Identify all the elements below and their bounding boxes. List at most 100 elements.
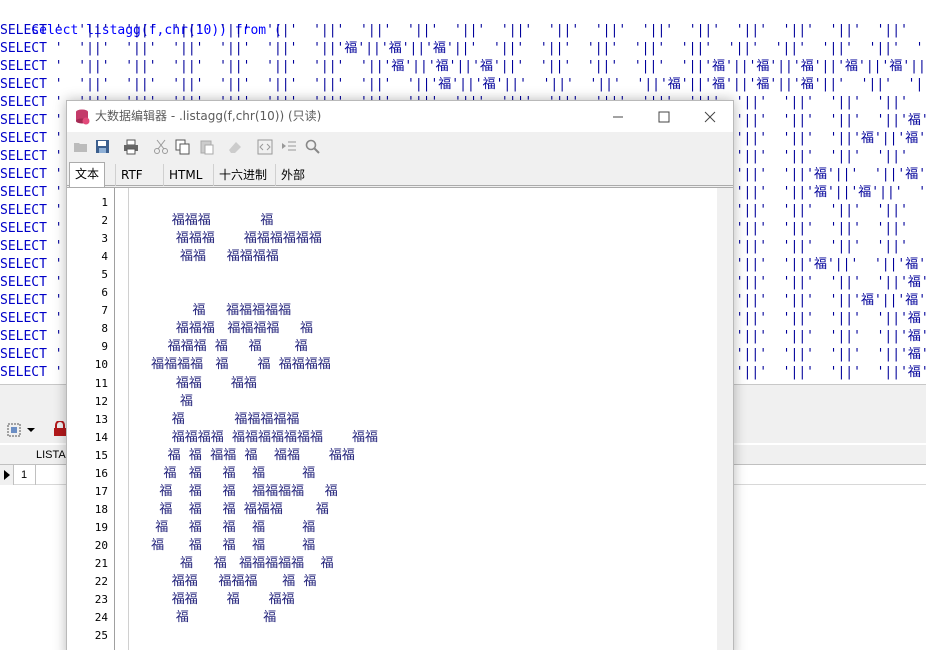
select-keyword: SELECT [0,59,47,74]
tab-external[interactable]: 外部 [275,164,310,186]
line-number: 14 [94,430,108,444]
maximize-button[interactable] [641,101,687,132]
print-icon[interactable] [123,139,139,155]
select-keyword: SELECT [0,185,47,200]
line-number: 6 [101,286,108,300]
select-keyword: SELECT [0,95,47,110]
line-number: 5 [101,268,108,282]
select-keyword: SELECT [0,41,47,56]
text-line: 福福 福福福 福 福 [147,574,317,590]
sql-row-text: ' '||' '||' '||' '||' '||' '||' '||'福'||… [46,59,926,74]
tab-hex[interactable]: 十六进制 [213,164,272,186]
open-folder-icon[interactable] [73,139,89,155]
text-line: 福 福 福 福 福 [147,537,316,553]
sql-row-text: ' '||' '||' '||' '||' '||' '||' '||' '||… [46,77,926,92]
line-number: 12 [94,394,108,408]
tab-rtf[interactable]: RTF [115,164,148,186]
line-number: 1 [101,196,108,209]
line-number: 20 [94,538,108,552]
select-keyword: SELECT [0,239,47,254]
row-indicator-icon [0,465,14,485]
line-number: 13 [94,412,108,426]
text-line: 福福 福福 [147,375,257,391]
text-line: 福 [147,393,194,409]
line-number: 22 [94,575,108,589]
eraser-icon[interactable] [227,139,243,155]
text-line: 福福福 福福福福福福 [147,231,322,247]
line-number: 16 [94,466,108,480]
select-keyword: SELECT [0,257,47,272]
sql-select-line: SELECT ' '||' '||' '||' '||' '||' '||' '… [0,58,926,76]
copy-icon[interactable] [175,139,191,155]
text-content-area[interactable]: 1 2 3 4 5 6 7 8 9 10 11 12 13 14 15 16 17 18 19 20 21 22 23 24 2… [67,187,733,650]
line-number: 3 [101,232,108,246]
text-line: 福 福福福福福 [147,411,300,427]
line-number: 24 [94,611,108,625]
chevron-down-icon[interactable] [26,422,42,438]
tab-html[interactable]: HTML [163,164,207,186]
editor-tabs: 文本 RTF HTML 十六进制 外部 [67,162,733,187]
select-keyword: SELECT [0,203,47,218]
cut-icon[interactable] [153,139,169,155]
text-line: 福福 福福福福 [147,249,279,265]
select-keyword: SELECT [0,149,47,164]
select-keyword: SELECT [0,293,47,308]
text-line: 福 福 福 福福福福 福 [147,483,338,499]
column-header-listagg[interactable]: LISTA [34,445,66,465]
text-line: 福福福 福 [147,213,274,229]
line-number: 10 [94,358,108,372]
code-icon[interactable] [257,139,273,155]
line-number: 15 [94,448,108,462]
line-number: 19 [94,520,108,534]
save-icon[interactable] [95,139,111,155]
text-line: 福 福 福 福 福 [147,465,316,481]
indent-icon[interactable] [281,139,297,155]
tab-text[interactable]: 文本 [69,162,106,187]
select-keyword: SELECT [0,275,47,290]
line-number: 7 [101,304,108,318]
sql-row-text: ' '||' '||' '||' '||' '||' '||'福'||'福'||… [46,41,926,56]
database-icon [74,108,90,130]
select-keyword: SELECT [0,365,47,380]
sql-select-line: SELECT ' '||' '||' '||' '||' '||' '||'福'… [0,40,926,58]
line-number: 4 [101,250,108,264]
editor-toolbar [67,132,733,162]
select-keyword: SELECT [0,311,47,326]
text-line: 福福福福 福 福 福福福福 [147,357,331,373]
line-number-gutter: 1 2 3 4 5 6 7 8 9 10 11 12 13 14 15 16 17 18 19 20 21 22 23 24 2… [67,188,115,650]
big-data-editor-window[interactable]: 大数据编辑器 - .listagg(f,chr(10)) (只读) 文本 RTF… [66,100,734,650]
select-keyword: SELECT [0,113,47,128]
sql-select-line: SELECT ' '||' '||' '||' '||' '||' '||' '… [0,22,926,40]
text-line: 福 福福福福福 [147,303,292,319]
select-keyword: SELECT [0,347,47,362]
line-number: 8 [101,322,108,336]
window-title: 大数据编辑器 - .listagg(f,chr(10)) (只读) [95,109,322,123]
select-keyword: SELECT [0,131,47,146]
search-icon[interactable] [305,139,321,155]
select-keyword: SELECT [0,329,47,344]
text-line: 福福福福 福福福福福福福 福福 [147,429,378,445]
line-number: 25 [94,629,108,643]
text-line: 福 福 [147,610,277,626]
line-number: 23 [94,593,108,607]
select-keyword: SELECT [0,77,47,92]
text-line: 福 福 福福福福福 福 [147,556,334,571]
text-line: 福 福 福 福福福 福 [147,501,329,517]
line-number: 11 [94,376,108,390]
line-number: 18 [94,502,108,516]
select-keyword: SELECT [0,167,47,182]
fold-column [115,188,129,650]
line-number: 17 [94,484,108,498]
title-bar[interactable]: 大数据编辑器 - .listagg(f,chr(10)) (只读) [67,101,733,132]
row-number: 1 [16,465,36,485]
text-line: 福福福 福福福福 福 [147,321,313,337]
minimize-button[interactable] [595,101,641,132]
close-button[interactable] [687,101,733,132]
grid-options-icon[interactable] [6,422,22,438]
sql-first-line: select listagg(f,chr(10)) from ( [0,4,281,38]
vertical-scrollbar[interactable] [717,188,733,650]
text-line: 福 福 福福 福 福福 福福 [147,447,355,463]
sql-select-line: SELECT ' '||' '||' '||' '||' '||' '||' '… [0,76,926,94]
paste-icon[interactable] [199,139,215,155]
line-number: 21 [94,557,108,570]
